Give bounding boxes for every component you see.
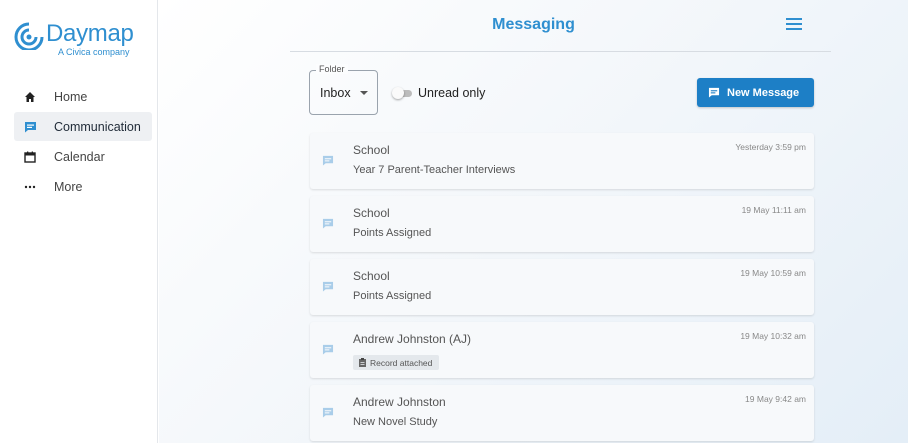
- message-time: Yesterday 3:59 pm: [735, 142, 806, 152]
- message-sender: School: [353, 143, 390, 157]
- message-list: School Year 7 Parent-Teacher Interviews …: [310, 133, 814, 443]
- message-item[interactable]: School Year 7 Parent-Teacher Interviews …: [310, 133, 814, 189]
- chat-icon: [22, 119, 38, 135]
- hamburger-menu-icon[interactable]: [786, 18, 802, 32]
- message-item[interactable]: School Points Assigned 19 May 10:59 am: [310, 259, 814, 315]
- message-icon: [322, 155, 334, 166]
- message-subject: Points Assigned: [353, 290, 432, 302]
- sidebar-item-communication[interactable]: Communication: [14, 112, 152, 141]
- toggle-knob: [392, 87, 404, 99]
- home-icon: [22, 89, 38, 105]
- message-time: 19 May 11:11 am: [741, 205, 806, 215]
- sidebar-item-home[interactable]: Home: [14, 82, 152, 111]
- main-panel: Messaging Folder Inbox Unread only New M…: [159, 0, 908, 443]
- calendar-icon: [22, 149, 38, 165]
- message-item[interactable]: Andrew Johnston (AJ) Record attached 19 …: [310, 322, 814, 378]
- message-icon: [322, 218, 334, 229]
- message-time: 19 May 10:59 am: [740, 268, 806, 278]
- folder-select[interactable]: Folder Inbox: [309, 64, 378, 115]
- message-sender: School: [353, 269, 390, 283]
- folder-select-value: Inbox: [320, 86, 351, 100]
- sidebar-item-label: Home: [54, 89, 88, 104]
- header-divider: [290, 51, 831, 52]
- sidebar-item-label: Communication: [54, 119, 141, 134]
- caret-down-icon: [360, 91, 368, 95]
- unread-only-label[interactable]: Unread only: [418, 86, 485, 100]
- unread-only-toggle[interactable]: [392, 87, 412, 99]
- message-subject: Points Assigned: [353, 227, 432, 239]
- new-message-label: New Message: [727, 86, 800, 99]
- message-time: 19 May 9:42 am: [745, 394, 806, 404]
- record-attached-badge: Record attached: [353, 355, 440, 370]
- daymap-logo-icon: [14, 22, 44, 50]
- sidebar-item-more[interactable]: More: [14, 172, 152, 201]
- message-icon: [322, 344, 334, 355]
- message-sender: School: [353, 206, 390, 220]
- daymap-logo[interactable]: Daymap A Civica company: [14, 16, 144, 57]
- message-subject: New Novel Study: [353, 416, 438, 428]
- message-icon: [322, 407, 334, 418]
- folder-select-label: Folder: [316, 64, 348, 74]
- sidebar-item-label: More: [54, 179, 83, 194]
- message-icon: [322, 281, 334, 292]
- message-item[interactable]: School Points Assigned 19 May 11:11 am: [310, 196, 814, 252]
- sidebar-item-label: Calendar: [54, 149, 105, 164]
- message-subject: Year 7 Parent-Teacher Interviews: [353, 164, 516, 176]
- message-time: 19 May 10:32 am: [740, 331, 806, 341]
- more-icon: [22, 179, 38, 195]
- clipboard-icon: [359, 358, 366, 367]
- sidebar: Daymap A Civica company Home Communicati…: [0, 0, 158, 443]
- message-item[interactable]: Andrew Johnston New Novel Study 19 May 9…: [310, 385, 814, 441]
- logo-tagline: A Civica company: [58, 47, 130, 57]
- message-sender: Andrew Johnston (AJ): [353, 332, 472, 346]
- chat-icon: [708, 87, 720, 98]
- message-sender: Andrew Johnston: [353, 395, 446, 409]
- new-message-button[interactable]: New Message: [697, 78, 814, 107]
- sidebar-nav: Home Communication Calendar More: [14, 82, 152, 202]
- record-attached-label: Record attached: [370, 357, 433, 368]
- sidebar-item-calendar[interactable]: Calendar: [14, 142, 152, 171]
- logo-wordmark: Daymap: [46, 20, 134, 47]
